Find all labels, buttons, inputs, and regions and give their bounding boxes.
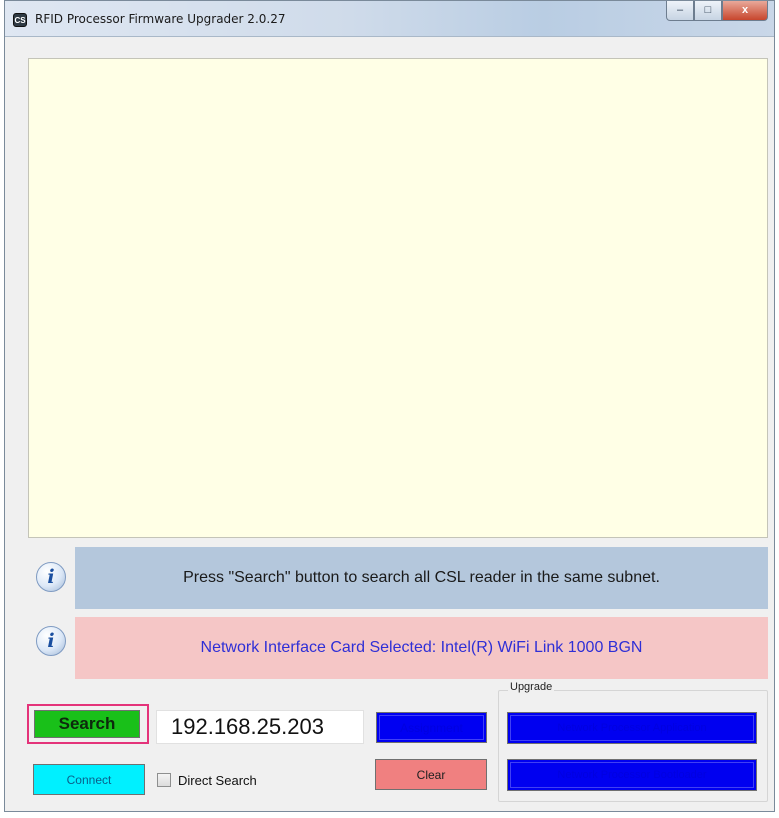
app-icon: CS [13,13,27,27]
network-processor-application-button[interactable]: Network Processor Application [507,712,757,744]
assignment-button-label: Assignment [379,715,484,740]
info-icon: i [36,562,66,592]
direct-search-label: Direct Search [178,773,257,788]
assignment-button[interactable]: Assignment [376,712,487,743]
ip-address-input[interactable] [156,710,364,744]
search-button[interactable]: Search [34,710,140,738]
info-icon: i [36,626,66,656]
maximize-button[interactable]: □ [694,1,722,21]
nic-message-text: Network Interface Card Selected: Intel(R… [200,639,643,656]
network-processor-bootloader-label: Network Processor Bootloader [510,762,754,788]
clear-button[interactable]: Clear [375,759,487,790]
minimize-button[interactable]: ‒ [666,1,694,21]
info-message-text: Press "Search" button to search all CSL … [183,569,660,586]
window-title: RFID Processor Firmware Upgrader 2.0.27 [35,12,286,26]
close-button[interactable]: x [722,1,768,21]
upgrade-group-label: Upgrade [508,681,555,693]
direct-search-checkbox[interactable] [157,773,171,787]
connect-button[interactable]: Connect [33,764,145,795]
title-bar[interactable]: CS RFID Processor Firmware Upgrader 2.0.… [5,1,774,37]
window-controls: ‒ □ x [666,1,768,23]
nic-message-bar: Network Interface Card Selected: Intel(R… [75,617,768,679]
network-processor-application-label: Network Processor Application [510,715,754,741]
info-message-bar: Press "Search" button to search all CSL … [75,547,768,609]
network-processor-bootloader-button[interactable]: Network Processor Bootloader [507,759,757,791]
log-output-area[interactable] [28,58,768,538]
